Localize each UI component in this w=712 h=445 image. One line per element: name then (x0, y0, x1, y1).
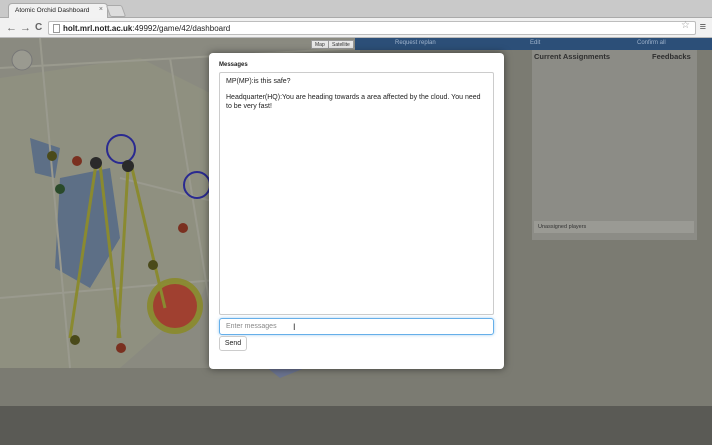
text-cursor-icon: I (293, 322, 296, 332)
unassigned-players-bar: Unassigned players (534, 221, 694, 233)
edit-button[interactable]: Edit (530, 40, 540, 46)
satellite-view-button[interactable]: Satellite (328, 40, 354, 49)
assignments-panel (532, 50, 697, 240)
map-view-button[interactable]: Map (311, 40, 329, 49)
address-bar-row: ← → C holt.mrl.nott.ac.uk:49992/game/42/… (0, 18, 712, 38)
send-button[interactable]: Send (219, 336, 247, 351)
current-assignments-heading: Current Assignments (534, 52, 610, 61)
message-item: Headquarter(HQ):You are heading towards … (226, 93, 481, 111)
forward-icon[interactable]: → (20, 21, 31, 35)
confirm-all-button[interactable]: Confirm all (637, 40, 666, 46)
request-replan-button[interactable]: Request replan (395, 40, 436, 46)
browser-tab-bar: Atomic Orchid Dashboard × (0, 0, 712, 18)
message-item: MP(MP):is this safe? (226, 78, 291, 85)
tab-title: Atomic Orchid Dashboard (15, 7, 90, 14)
message-input[interactable] (219, 318, 494, 335)
player-strip (0, 406, 712, 445)
modal-title: Messages (219, 62, 248, 68)
url-host: holt.mrl.nott.ac.uk (63, 24, 133, 33)
browser-tab[interactable]: Atomic Orchid Dashboard × (8, 3, 108, 18)
feedbacks-heading: Feedbacks (652, 52, 691, 61)
messages-modal: Messages MP(MP):is this safe? Headquarte… (209, 53, 504, 369)
page-icon (53, 24, 60, 33)
back-icon[interactable]: ← (6, 21, 17, 35)
action-tabs: Request replan Edit Confirm all (355, 38, 712, 50)
url-path: :49992/game/42/dashboard (132, 24, 231, 33)
url-field[interactable]: holt.mrl.nott.ac.uk:49992/game/42/dashbo… (48, 21, 696, 35)
message-log[interactable]: MP(MP):is this safe? Headquarter(HQ):You… (219, 72, 494, 315)
reload-icon[interactable]: C (35, 21, 42, 35)
new-tab-button[interactable] (105, 5, 127, 17)
star-icon[interactable]: ☆ (681, 20, 690, 31)
close-icon[interactable]: × (99, 6, 103, 13)
menu-icon[interactable]: ≡ (700, 21, 706, 33)
